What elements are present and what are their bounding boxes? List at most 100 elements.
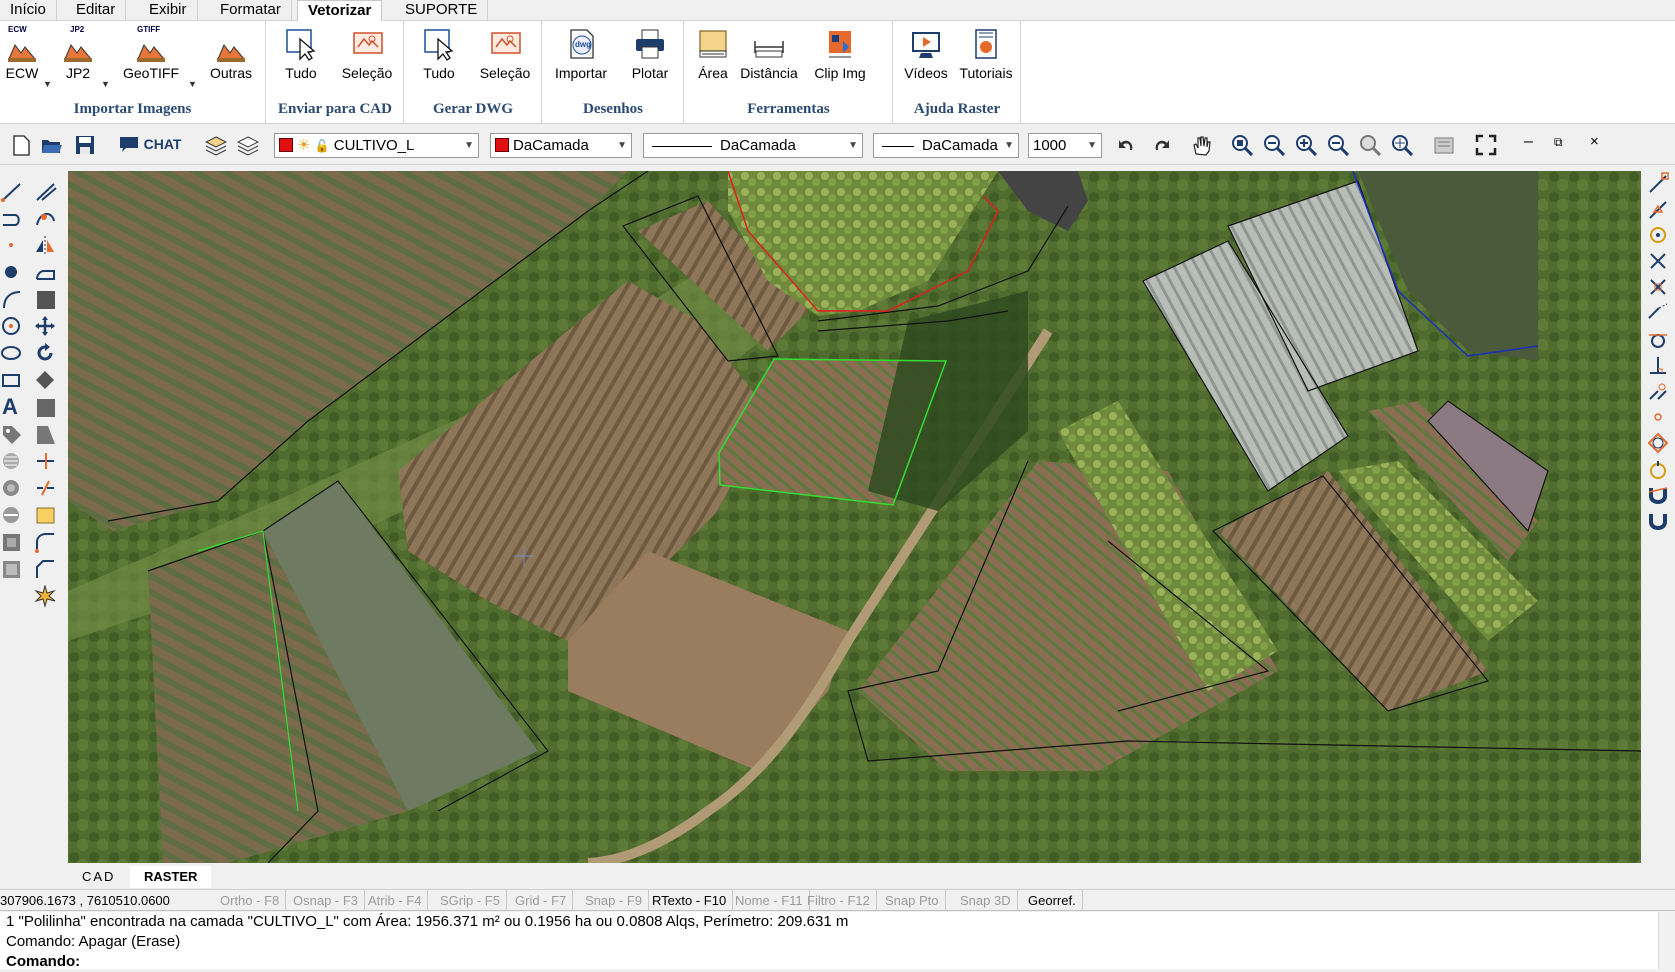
- ecw-button[interactable]: ECW ECW: [2, 25, 42, 81]
- jp2-button[interactable]: JP2 JP2: [58, 25, 98, 81]
- snap-midpoint-icon[interactable]: [1647, 198, 1671, 222]
- toggle-sgrip[interactable]: SGrip - F5: [434, 890, 507, 911]
- tab-vetorizar[interactable]: Vetorizar: [297, 0, 383, 22]
- toggle-snap-pto[interactable]: Snap Pto: [879, 890, 946, 911]
- close-icon[interactable]: ×: [1590, 133, 1599, 150]
- extend-tool-icon[interactable]: [34, 450, 58, 474]
- linetype-select[interactable]: DaCamada ▼: [643, 133, 863, 158]
- toggle-atrib[interactable]: Atrib - F4: [362, 890, 429, 911]
- offset-tool-icon[interactable]: [34, 261, 58, 285]
- zoom-extents-icon[interactable]: [1391, 134, 1413, 156]
- layer-manager-icon[interactable]: [237, 134, 259, 156]
- boundary-tool-icon[interactable]: [0, 504, 24, 528]
- snap-intersection-icon[interactable]: [1647, 250, 1671, 274]
- hatch-tool-icon[interactable]: [0, 450, 24, 474]
- geotiff-button[interactable]: GTIFF GeoTIFF: [118, 25, 184, 81]
- point-marker-icon[interactable]: [0, 261, 24, 285]
- chamfer-tool-icon[interactable]: [34, 558, 58, 582]
- tag-tool-icon[interactable]: [0, 423, 24, 447]
- break-tool-icon[interactable]: [34, 477, 58, 501]
- mirror-tool-icon[interactable]: [34, 234, 58, 258]
- color-select[interactable]: DaCamada ▼: [490, 133, 632, 158]
- toggle-osnap[interactable]: Osnap - F3: [287, 890, 366, 911]
- multi-line-tool-icon[interactable]: [34, 180, 58, 204]
- toggle-filtro[interactable]: Filtro - F12: [801, 890, 877, 911]
- note-tool-icon[interactable]: [34, 504, 58, 528]
- open-folder-icon[interactable]: [40, 134, 62, 156]
- pan-hand-icon[interactable]: [1190, 134, 1212, 156]
- outras-button[interactable]: Outras: [206, 27, 256, 81]
- snap-quadrant-icon[interactable]: [1647, 432, 1671, 456]
- dwg-all-button[interactable]: Tudo: [417, 27, 461, 81]
- videos-button[interactable]: Vídeos: [902, 27, 950, 81]
- ellipse-tool-icon[interactable]: [0, 342, 24, 366]
- point-tool-icon[interactable]: [0, 234, 24, 258]
- tab-cad[interactable]: CAD: [68, 866, 129, 888]
- snap-parallel-icon[interactable]: [1647, 380, 1671, 404]
- snap-endpoint-icon[interactable]: [1647, 172, 1671, 196]
- undo-icon[interactable]: [1116, 134, 1138, 156]
- toggle-snap[interactable]: Snap - F9: [579, 890, 650, 911]
- wipeout-tool-icon[interactable]: [0, 531, 24, 555]
- snap-tangent-icon[interactable]: [1647, 328, 1671, 352]
- fullscreen-icon[interactable]: [1475, 134, 1497, 156]
- block-tool-icon[interactable]: [34, 288, 58, 312]
- import-drawing-button[interactable]: dwg Importar: [551, 27, 611, 81]
- line-tool-icon[interactable]: [0, 180, 24, 204]
- snap-extension-icon[interactable]: [1647, 302, 1671, 326]
- layer-select[interactable]: ☀ 🔓 CULTIVO_L ▼: [274, 133, 479, 158]
- plot-button[interactable]: Plotar: [623, 27, 677, 81]
- distance-button[interactable]: Distância: [737, 27, 801, 81]
- arc-tool-icon[interactable]: [0, 288, 24, 312]
- send-all-button[interactable]: Tudo: [279, 27, 323, 81]
- toggle-georref[interactable]: Georref.: [1022, 890, 1083, 911]
- save-icon[interactable]: [74, 134, 96, 156]
- new-file-icon[interactable]: [10, 134, 32, 156]
- zoom-out-icon[interactable]: [1327, 134, 1349, 156]
- command-area[interactable]: 1 "Polilinha" encontrada na camada "CULT…: [0, 912, 1675, 972]
- send-selection-button[interactable]: Seleção: [339, 27, 395, 81]
- stretch-tool-icon[interactable]: [34, 396, 58, 420]
- command-scrollbar[interactable]: [1658, 912, 1675, 969]
- layers-icon[interactable]: [205, 134, 227, 156]
- scale-select[interactable]: 1000 ▼: [1028, 133, 1102, 158]
- tab-formatar[interactable]: Formatar: [210, 0, 292, 21]
- minimize-icon[interactable]: –: [1524, 133, 1533, 151]
- redo-icon[interactable]: [1150, 134, 1172, 156]
- jp2-dropdown-icon[interactable]: ▼: [101, 79, 110, 89]
- snap-perpendicular-icon[interactable]: [1647, 354, 1671, 378]
- zoom-previous-icon[interactable]: [1359, 134, 1381, 156]
- tab-editar[interactable]: Editar: [66, 0, 127, 21]
- table-tool-icon[interactable]: [0, 558, 24, 582]
- tutorials-button[interactable]: Tutoriais: [956, 27, 1016, 81]
- tab-suporte[interactable]: SUPORTE: [395, 0, 489, 21]
- snap-node-icon[interactable]: [1647, 406, 1671, 430]
- clip-image-button[interactable]: Clip Img: [811, 27, 869, 81]
- ecw-dropdown-icon[interactable]: ▼: [43, 79, 52, 89]
- zoom-dynamic-icon[interactable]: [1263, 134, 1285, 156]
- text-tool-icon[interactable]: A: [2, 394, 26, 419]
- toggle-grid[interactable]: Grid - F7: [509, 890, 574, 911]
- command-prompt[interactable]: Comando:: [6, 952, 1675, 972]
- raster-map-canvas[interactable]: [68, 171, 1641, 863]
- circle-tool-icon[interactable]: [0, 315, 24, 339]
- scale-tool-icon[interactable]: [34, 369, 58, 393]
- toggle-snap-3d[interactable]: Snap 3D: [954, 890, 1018, 911]
- zoom-in-icon[interactable]: [1295, 134, 1317, 156]
- geotiff-dropdown-icon[interactable]: ▼: [188, 79, 197, 89]
- tab-inicio[interactable]: Início: [0, 0, 57, 21]
- regen-icon[interactable]: [1433, 134, 1455, 156]
- polyline-tool-icon[interactable]: [0, 207, 24, 231]
- toggle-ortho[interactable]: Ortho - F8: [214, 890, 287, 911]
- snap-off-magnet-icon[interactable]: [1647, 510, 1671, 534]
- spline-tool-icon[interactable]: [34, 207, 58, 231]
- tab-exibir[interactable]: Exibir: [139, 0, 198, 21]
- snap-center-icon[interactable]: [1647, 224, 1671, 248]
- tab-raster[interactable]: RASTER: [130, 866, 212, 888]
- chat-button[interactable]: CHAT: [118, 134, 181, 158]
- restore-icon[interactable]: ⧉: [1554, 135, 1563, 150]
- zoom-window-icon[interactable]: [1231, 134, 1253, 156]
- toggle-rtexto[interactable]: RTexto - F10: [646, 890, 734, 911]
- move-tool-icon[interactable]: [34, 315, 58, 339]
- snap-magnet-icon[interactable]: [1647, 484, 1671, 508]
